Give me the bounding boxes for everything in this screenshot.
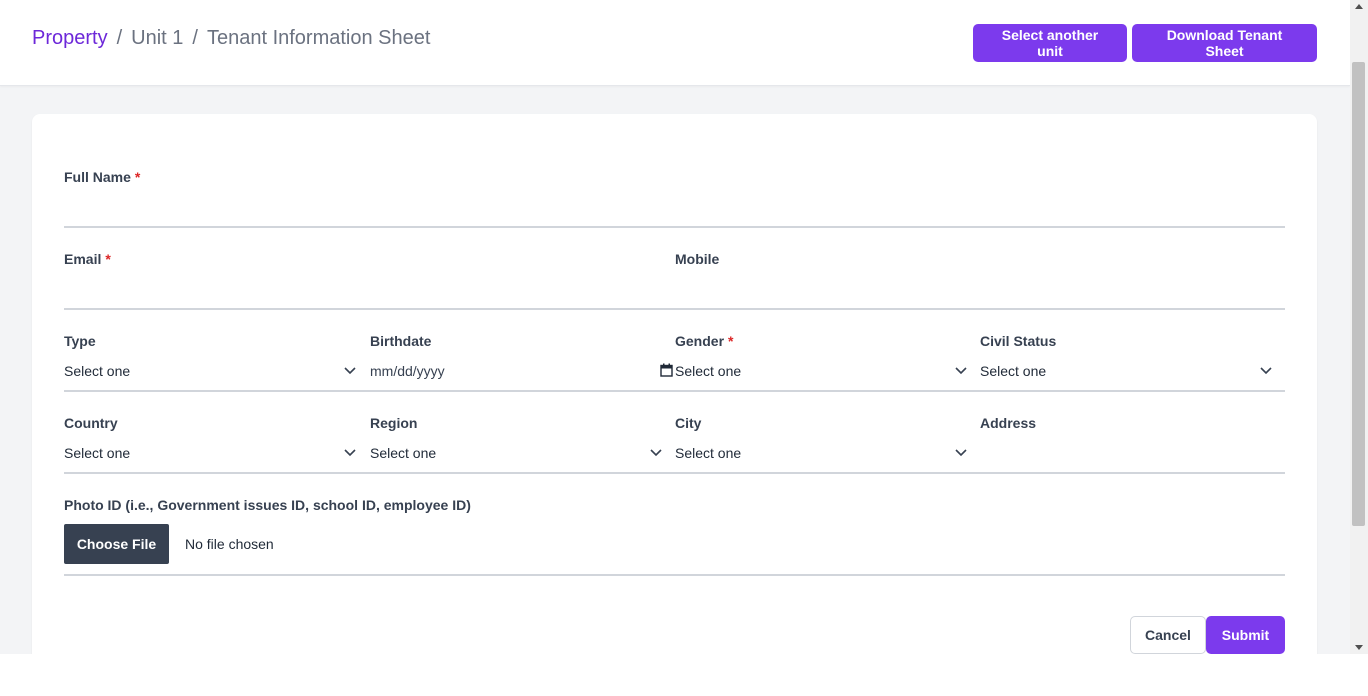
region-select[interactable]: Region Select one <box>370 414 675 474</box>
breadcrumb: Property / Unit 1 / Tenant Information S… <box>32 26 430 50</box>
civil-status-label: Civil Status <box>980 333 1057 349</box>
address-label: Address <box>980 415 1037 431</box>
bottom-blank-area <box>0 654 1368 696</box>
region-label: Region <box>370 415 418 431</box>
vertical-scrollbar[interactable] <box>1350 0 1368 654</box>
civil-status-selected-value: Select one <box>980 363 1047 379</box>
chevron-down-icon <box>650 449 662 457</box>
photo-id-label: Photo ID (i.e., Government issues ID, sc… <box>64 497 471 513</box>
cancel-button[interactable]: Cancel <box>1130 616 1206 654</box>
chevron-down-icon <box>955 367 967 375</box>
civil-status-select[interactable]: Civil Status Select one <box>980 332 1285 392</box>
breadcrumb-separator: / <box>116 27 123 49</box>
tenant-form-card: Full Name * Email * Mobile Type Select one… <box>32 114 1317 654</box>
type-select[interactable]: Type Select one <box>64 332 370 392</box>
address-field[interactable]: Address <box>980 414 1285 474</box>
city-select[interactable]: City Select one <box>675 414 980 474</box>
submit-button[interactable]: Submit <box>1206 616 1285 654</box>
required-mark: * <box>728 333 734 349</box>
scrollbar-thumb[interactable] <box>1352 62 1365 526</box>
mobile-field[interactable]: Mobile <box>675 250 1285 310</box>
full-name-label: Full Name * <box>64 169 141 185</box>
chevron-down-icon <box>1260 367 1272 375</box>
country-select[interactable]: Country Select one <box>64 414 370 474</box>
page-viewport: Property / Unit 1 / Tenant Information S… <box>0 0 1350 654</box>
chevron-down-icon <box>344 449 356 457</box>
full-name-field[interactable]: Full Name * <box>64 168 1285 228</box>
gender-selected-value: Select one <box>675 363 742 379</box>
type-selected-value: Select one <box>64 363 131 379</box>
top-header: Property / Unit 1 / Tenant Information S… <box>0 0 1350 86</box>
country-label: Country <box>64 415 118 431</box>
birthdate-field[interactable]: Birthdate mm/dd/yyyy <box>370 332 675 392</box>
type-label: Type <box>64 333 96 349</box>
country-selected-value: Select one <box>64 445 131 461</box>
file-status-text: No file chosen <box>185 536 274 552</box>
gender-label: Gender * <box>675 333 734 349</box>
scroll-up-arrow-icon[interactable] <box>1355 4 1363 9</box>
region-selected-value: Select one <box>370 445 437 461</box>
required-mark: * <box>105 251 111 267</box>
chevron-down-icon <box>955 449 967 457</box>
breadcrumb-unit: Unit 1 <box>131 27 184 49</box>
birthdate-label: Birthdate <box>370 333 432 349</box>
required-mark: * <box>134 169 141 185</box>
download-tenant-sheet-button[interactable]: Download Tenant Sheet <box>1132 24 1317 62</box>
page-title: Tenant Information Sheet <box>206 27 431 49</box>
breadcrumb-separator: / <box>192 27 198 49</box>
mobile-label: Mobile <box>675 251 720 267</box>
breadcrumb-property-link[interactable]: Property <box>32 26 108 50</box>
chevron-down-icon <box>344 367 356 375</box>
city-selected-value: Select one <box>675 445 742 461</box>
email-field[interactable]: Email * <box>64 250 675 310</box>
scroll-down-arrow-icon[interactable] <box>1355 645 1363 650</box>
select-another-unit-button[interactable]: Select another unit <box>973 24 1127 62</box>
calendar-icon[interactable] <box>660 363 673 377</box>
email-label: Email * <box>64 251 111 267</box>
gender-select[interactable]: Gender * Select one <box>675 332 980 392</box>
birthdate-placeholder: mm/dd/yyyy <box>370 363 445 379</box>
choose-file-button[interactable]: Choose File <box>64 524 169 564</box>
city-label: City <box>675 415 702 431</box>
